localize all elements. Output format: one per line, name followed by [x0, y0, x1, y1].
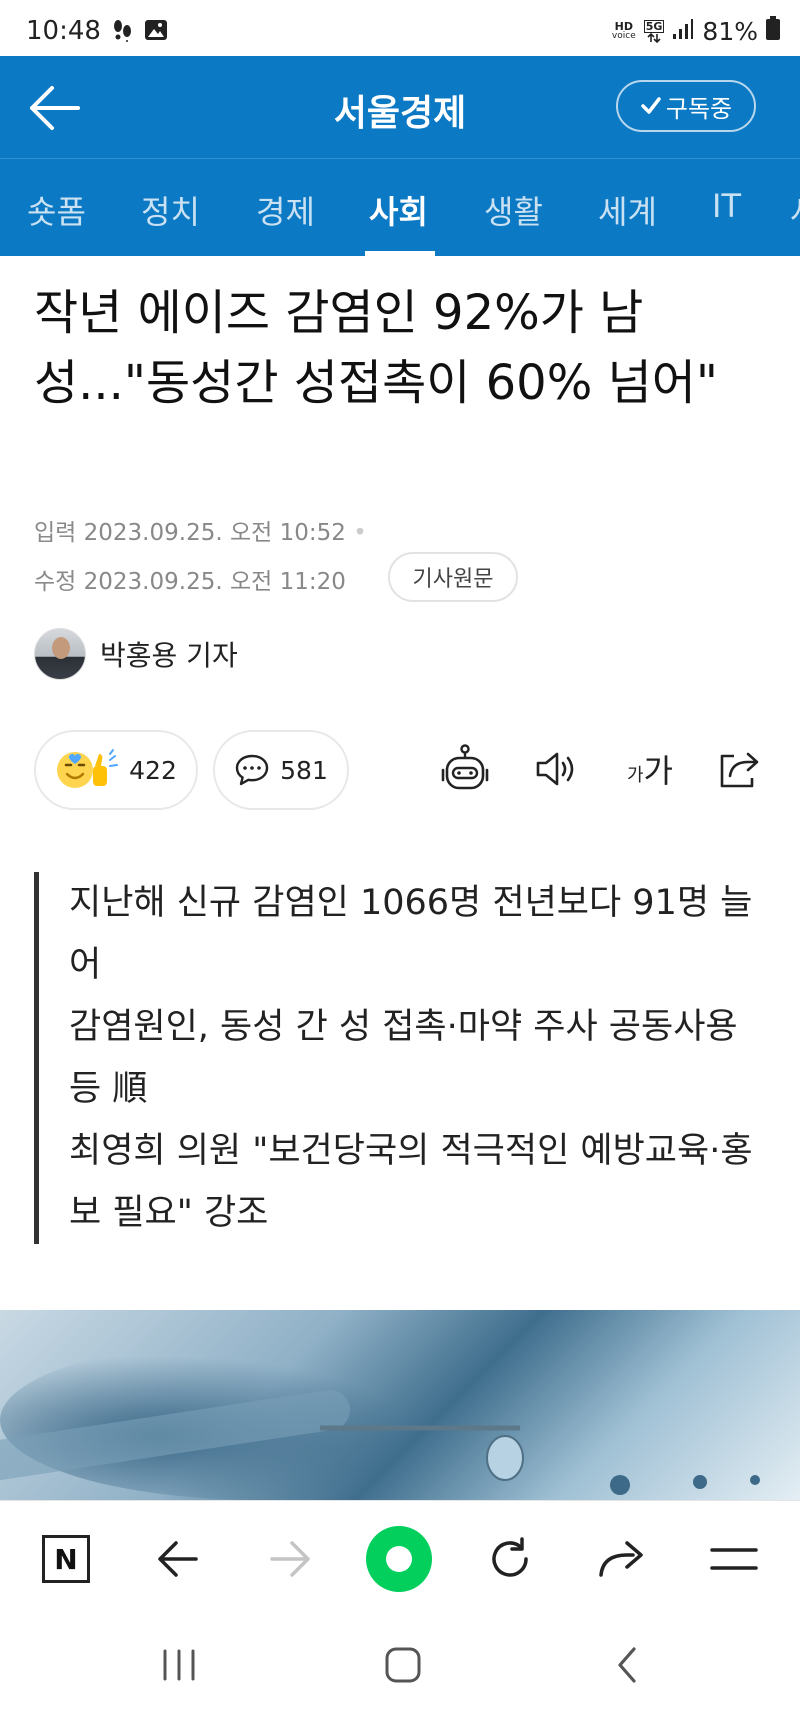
reaction-count: 422: [129, 755, 177, 785]
browser-forward-button[interactable]: [262, 1531, 318, 1587]
recent-apps-button[interactable]: [154, 1642, 204, 1688]
menu-button[interactable]: [706, 1531, 762, 1587]
reporter-name: 박홍용 기자: [100, 639, 238, 672]
syringe-image: [0, 1340, 760, 1500]
refresh-button[interactable]: [482, 1531, 538, 1587]
browser-back-button[interactable]: [150, 1531, 206, 1587]
chevron-left-icon: [618, 1647, 636, 1683]
tab-more[interactable]: 사: [790, 187, 800, 233]
ai-summary-button[interactable]: [438, 742, 492, 796]
home-button[interactable]: [378, 1642, 428, 1688]
summary-line: 지난해 신규 감염인 1066명 전년보다 91명 늘어: [69, 883, 753, 985]
menu-icon: [710, 1548, 758, 1570]
home-icon: [385, 1647, 421, 1683]
reporter[interactable]: 박홍용 기자: [34, 628, 238, 680]
input-date: 2023.09.25. 오전 10:52: [83, 520, 346, 546]
font-size-small-label: 가: [626, 765, 644, 786]
input-date-row: 입력 2023.09.25. 오전 10:52 •: [34, 513, 367, 547]
green-dot-icon: [366, 1526, 432, 1592]
avatar: [34, 628, 86, 680]
active-tab-indicator: [365, 251, 435, 256]
smile-thumbs-up-icon: [57, 749, 119, 788]
footsteps-icon: [112, 18, 134, 46]
modified-date: 2023.09.25. 오전 11:20: [83, 569, 346, 595]
tab-economy[interactable]: 경제: [256, 187, 315, 233]
browser-share-button[interactable]: [594, 1531, 650, 1587]
robot-icon: [441, 744, 489, 790]
system-back-button[interactable]: [602, 1642, 652, 1688]
speaker-icon: [536, 752, 574, 786]
signal-icon: [672, 17, 694, 46]
arrow-left-icon: [158, 1541, 198, 1577]
status-left-icons: [112, 18, 168, 46]
article-headline: 작년 에이즈 감염인 92%가 남성..."동성간 성접촉이 60% 넘어": [34, 285, 718, 411]
summary-line: 최영희 의원 "보건당국의 적극적인 예방교육·홍보 필요" 강조: [69, 1131, 753, 1233]
tab-society[interactable]: 사회: [369, 187, 428, 233]
article-photo: [0, 1310, 800, 1500]
comment-icon: [235, 754, 269, 786]
summary-line: 감염원인, 동성 간 성 접촉·마약 주사 공동사용 등 順: [69, 1007, 738, 1109]
recent-apps-icon: [163, 1649, 195, 1681]
font-size-large-label: 가: [643, 752, 673, 790]
status-time: 10:48: [26, 16, 101, 46]
modified-label: 수정: [34, 569, 77, 595]
original-article-button[interactable]: 기사원문: [388, 552, 518, 602]
system-navigation-bar: [0, 1610, 800, 1716]
battery-icon: [766, 16, 780, 46]
subscribe-label: 구독중: [665, 94, 733, 123]
article-summary: 지난해 신규 감염인 1066명 전년보다 91명 늘어 감염원인, 동성 간 …: [34, 872, 754, 1244]
category-tab-bar: 숏폼 정치 경제 사회 생활 세계 IT 사: [0, 158, 800, 256]
tab-shortform[interactable]: 숏폼: [27, 187, 86, 233]
reaction-button[interactable]: 422: [34, 730, 198, 810]
tab-politics[interactable]: 정치: [141, 187, 200, 233]
font-size-button[interactable]: 가 가: [620, 742, 680, 796]
green-dot-button[interactable]: [366, 1526, 432, 1592]
hd-voice-indicator: HD voice: [611, 20, 636, 41]
modified-date-row: 수정 2023.09.25. 오전 11:20: [34, 562, 346, 596]
battery-text: 81%: [702, 16, 758, 46]
status-right: HD voice 5G 81%: [612, 16, 780, 46]
comment-button[interactable]: 581: [213, 730, 349, 810]
naver-home-button[interactable]: N: [38, 1531, 94, 1587]
tab-living[interactable]: 생활: [484, 187, 543, 233]
input-label: 입력: [34, 520, 77, 546]
network-indicator: 5G: [643, 19, 665, 43]
comment-count: 581: [280, 755, 328, 785]
share-icon: [720, 752, 759, 788]
naver-n-icon: N: [42, 1535, 90, 1583]
check-icon: [641, 97, 661, 114]
share-arrow-icon: [599, 1541, 643, 1577]
refresh-icon: [492, 1537, 528, 1577]
arrow-right-icon: [270, 1541, 310, 1577]
browser-toolbar: N: [0, 1500, 800, 1610]
app-header: 서울경제 구독중: [0, 56, 800, 158]
share-button[interactable]: [712, 742, 766, 796]
tab-world[interactable]: 세계: [598, 187, 657, 233]
separator-dot: •: [353, 520, 367, 546]
status-bar: 10:48 HD voice 5G 81%: [0, 0, 800, 56]
tab-it[interactable]: IT: [712, 187, 741, 225]
text-to-speech-button[interactable]: [530, 742, 584, 796]
subscribe-button[interactable]: 구독중: [616, 80, 756, 132]
gallery-icon: [144, 18, 168, 46]
